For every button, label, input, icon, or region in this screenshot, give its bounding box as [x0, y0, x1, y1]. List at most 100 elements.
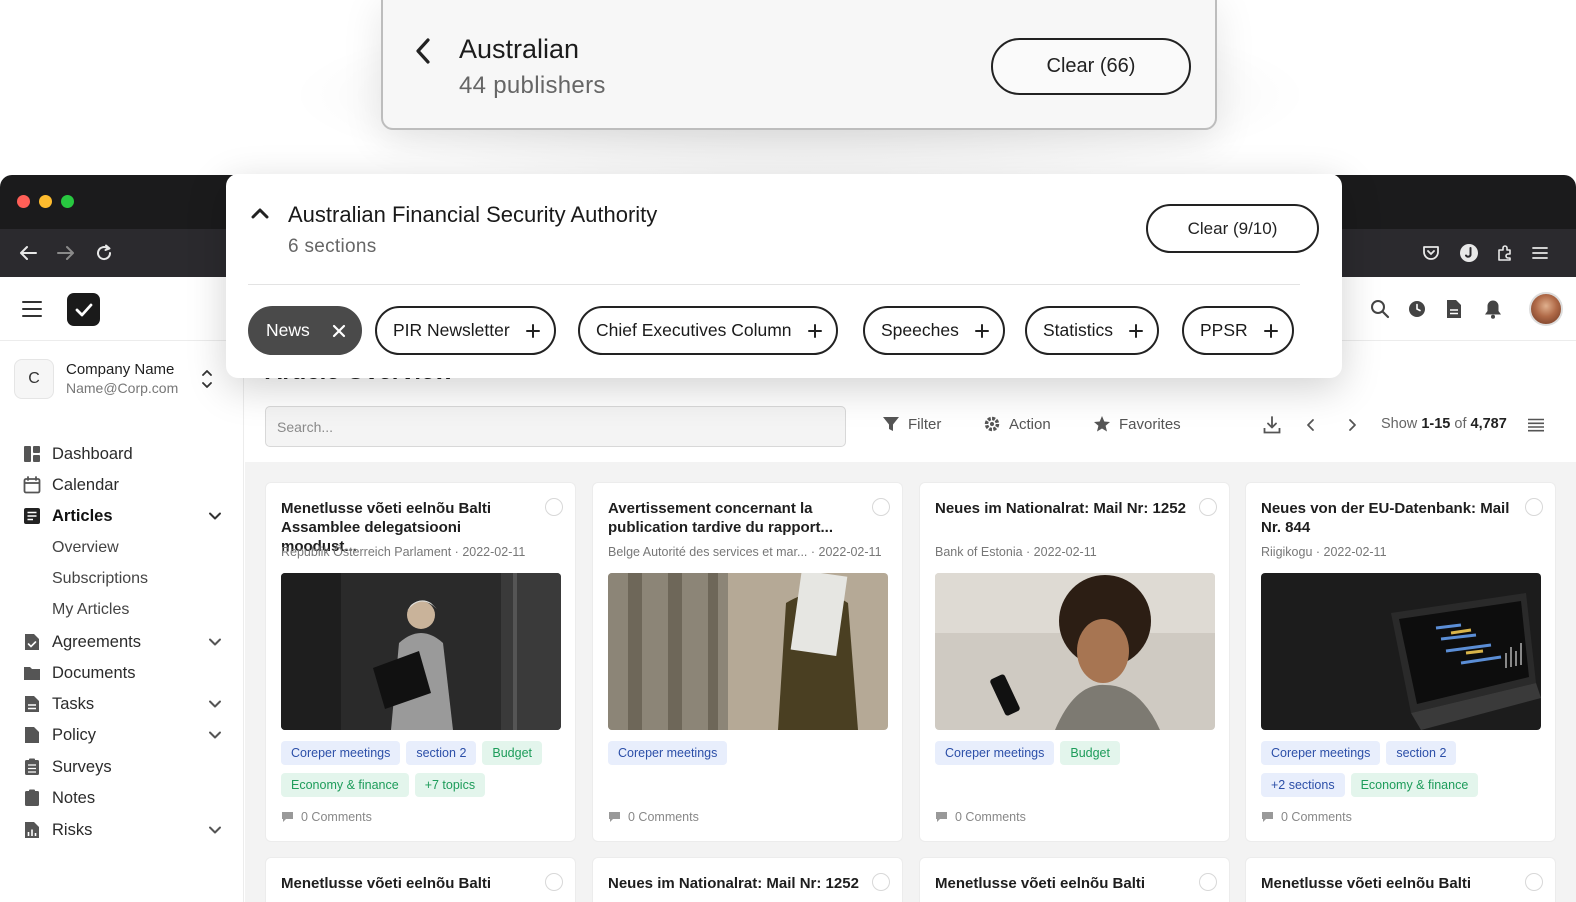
comments-count[interactable]: 0 Comments — [608, 810, 699, 824]
sidebar-item-notes[interactable]: Notes — [22, 785, 232, 811]
select-radio[interactable] — [545, 498, 563, 516]
article-card[interactable]: Menetlusse võeti eelnõu Balti — [919, 857, 1230, 902]
select-radio[interactable] — [1199, 873, 1217, 891]
article-card[interactable]: Menetlusse võeti eelnõu Balti Assamblee … — [265, 482, 576, 842]
article-title[interactable]: Menetlusse võeti eelnõu Balti — [935, 875, 1145, 892]
article-title[interactable]: Menetlusse võeti eelnõu Balti — [281, 875, 491, 892]
tag-chip[interactable]: section 2 — [406, 741, 477, 765]
chevron-down-icon[interactable] — [208, 697, 222, 711]
chevron-down-icon[interactable] — [208, 509, 222, 523]
download-icon[interactable] — [1261, 414, 1283, 436]
sidebar-item-risks[interactable]: Risks — [22, 817, 232, 843]
pocket-icon[interactable] — [1419, 241, 1443, 265]
maximize-window-dot[interactable] — [61, 195, 74, 208]
action-button[interactable]: Action — [983, 412, 1051, 436]
article-card[interactable]: Neues von der EU-Datenbank: Mail Nr. 844… — [1245, 482, 1556, 842]
article-image-laptop-dashboard[interactable] — [1261, 573, 1541, 730]
tag-chip[interactable]: +2 sections — [1261, 773, 1345, 797]
chevron-down-icon[interactable] — [208, 728, 222, 742]
tag-chip[interactable]: Coreper meetings — [281, 741, 401, 765]
chevron-up-icon[interactable] — [250, 206, 270, 220]
chevron-down-icon[interactable] — [208, 823, 222, 837]
article-image-person-with-papers[interactable] — [608, 573, 888, 730]
back-arrow-icon[interactable] — [16, 241, 40, 265]
clear-sections-button[interactable]: Clear (9/10) — [1146, 204, 1319, 253]
select-radio[interactable] — [872, 498, 890, 516]
search-input[interactable] — [265, 406, 846, 447]
tag-chip[interactable]: Budget — [482, 741, 543, 765]
article-title[interactable]: Neues im Nationalrat: Mail Nr: 1252 — [608, 875, 859, 892]
favorites-button[interactable]: Favorites — [1093, 412, 1181, 436]
user-avatar[interactable] — [1529, 292, 1563, 326]
clock-icon[interactable] — [1405, 297, 1429, 321]
comments-count[interactable]: 0 Comments — [935, 810, 1026, 824]
publisher-sections-popup: Australian Financial Security Authority … — [226, 174, 1342, 378]
menu-icon[interactable] — [22, 301, 42, 317]
section-chip-news[interactable]: News — [248, 306, 362, 355]
sidebar-item-agreements[interactable]: Agreements — [22, 629, 232, 655]
tag-chip[interactable]: Budget — [1060, 741, 1120, 765]
tag-chip[interactable]: Coreper meetings — [935, 741, 1055, 765]
article-title[interactable]: Neues von der EU-Datenbank: Mail Nr. 844 — [1261, 499, 1516, 537]
select-radio[interactable] — [1525, 873, 1543, 891]
section-chip-pir-newsletter[interactable]: PIR Newsletter — [375, 306, 556, 355]
article-card[interactable]: Menetlusse võeti eelnõu Balti — [265, 857, 576, 902]
close-window-dot[interactable] — [17, 195, 30, 208]
comments-count[interactable]: 0 Comments — [1261, 810, 1352, 824]
article-title[interactable]: Avertissement concernant la publication … — [608, 499, 863, 537]
minimize-window-dot[interactable] — [39, 195, 52, 208]
select-radio[interactable] — [872, 873, 890, 891]
sidebar-item-documents[interactable]: Documents — [22, 660, 232, 686]
section-chip-chief-executives-column[interactable]: Chief Executives Column — [578, 306, 838, 355]
next-page-icon[interactable] — [1341, 414, 1363, 436]
close-icon[interactable] — [332, 324, 346, 338]
tag-chip[interactable]: Coreper meetings — [1261, 741, 1381, 765]
article-image-woman-with-phone[interactable] — [935, 573, 1215, 730]
sidebar-subitem-my-articles[interactable]: My Articles — [52, 601, 129, 619]
tag-chip[interactable]: Coreper meetings — [608, 741, 728, 765]
article-card[interactable]: Avertissement concernant la publication … — [592, 482, 903, 842]
article-card[interactable]: Neues im Nationalrat: Mail Nr: 1252 — [592, 857, 903, 902]
tag-chip[interactable]: section 2 — [1386, 741, 1457, 765]
tag-chip[interactable]: +7 topics — [414, 773, 486, 797]
forward-arrow-icon[interactable] — [54, 241, 78, 265]
sidebar-subitem-overview[interactable]: Overview — [52, 539, 119, 557]
section-chip-ppsr[interactable]: PPSR — [1182, 306, 1294, 355]
comments-count[interactable]: 0 Comments — [281, 810, 372, 824]
document-icon[interactable] — [1442, 297, 1466, 321]
search-icon[interactable] — [1368, 297, 1392, 321]
sidebar-item-policy[interactable]: Policy — [22, 722, 232, 748]
select-radio[interactable] — [1199, 498, 1217, 516]
sidebar-item-calendar[interactable]: Calendar — [22, 472, 232, 498]
extensions-icon[interactable] — [1493, 241, 1517, 265]
article-card[interactable]: Neues im Nationalrat: Mail Nr: 1252 Bank… — [919, 482, 1230, 842]
sidebar-item-tasks[interactable]: Tasks — [22, 691, 232, 717]
browser-menu-icon[interactable] — [1528, 241, 1552, 265]
article-image-woman-with-folder[interactable] — [281, 573, 561, 730]
article-card[interactable]: Menetlusse võeti eelnõu Balti — [1245, 857, 1556, 902]
clear-publishers-button[interactable]: Clear (66) — [991, 38, 1191, 95]
sidebar-item-dashboard[interactable]: Dashboard — [22, 441, 232, 467]
article-title[interactable]: Neues im Nationalrat: Mail Nr: 1252 — [935, 499, 1190, 518]
select-radio[interactable] — [545, 873, 563, 891]
company-switcher[interactable]: C Company Name Name@Corp.com — [14, 359, 230, 401]
reload-icon[interactable] — [92, 241, 116, 265]
tag-chip[interactable]: Economy & finance — [281, 773, 409, 797]
profile-icon[interactable] — [1457, 241, 1481, 265]
section-chip-statistics[interactable]: Statistics — [1025, 306, 1160, 355]
previous-page-icon[interactable] — [1300, 414, 1322, 436]
select-radio[interactable] — [1525, 498, 1543, 516]
article-title[interactable]: Menetlusse võeti eelnõu Balti — [1261, 875, 1471, 892]
tag-chip[interactable]: Economy & finance — [1350, 773, 1479, 797]
bell-icon[interactable] — [1481, 297, 1505, 321]
sidebar-subitem-subscriptions[interactable]: Subscriptions — [52, 570, 148, 588]
list-view-icon[interactable] — [1525, 414, 1547, 436]
sidebar-item-surveys[interactable]: Surveys — [22, 754, 232, 780]
sidebar-item-articles[interactable]: Articles — [22, 503, 232, 529]
app-logo-checkmark-icon[interactable] — [67, 293, 100, 326]
section-chip-speeches[interactable]: Speeches — [863, 306, 1005, 355]
chevron-up-down-icon[interactable] — [200, 367, 214, 391]
chevron-down-icon[interactable] — [208, 635, 222, 649]
chevron-left-icon[interactable] — [413, 36, 435, 66]
filter-button[interactable]: Filter — [882, 412, 941, 436]
